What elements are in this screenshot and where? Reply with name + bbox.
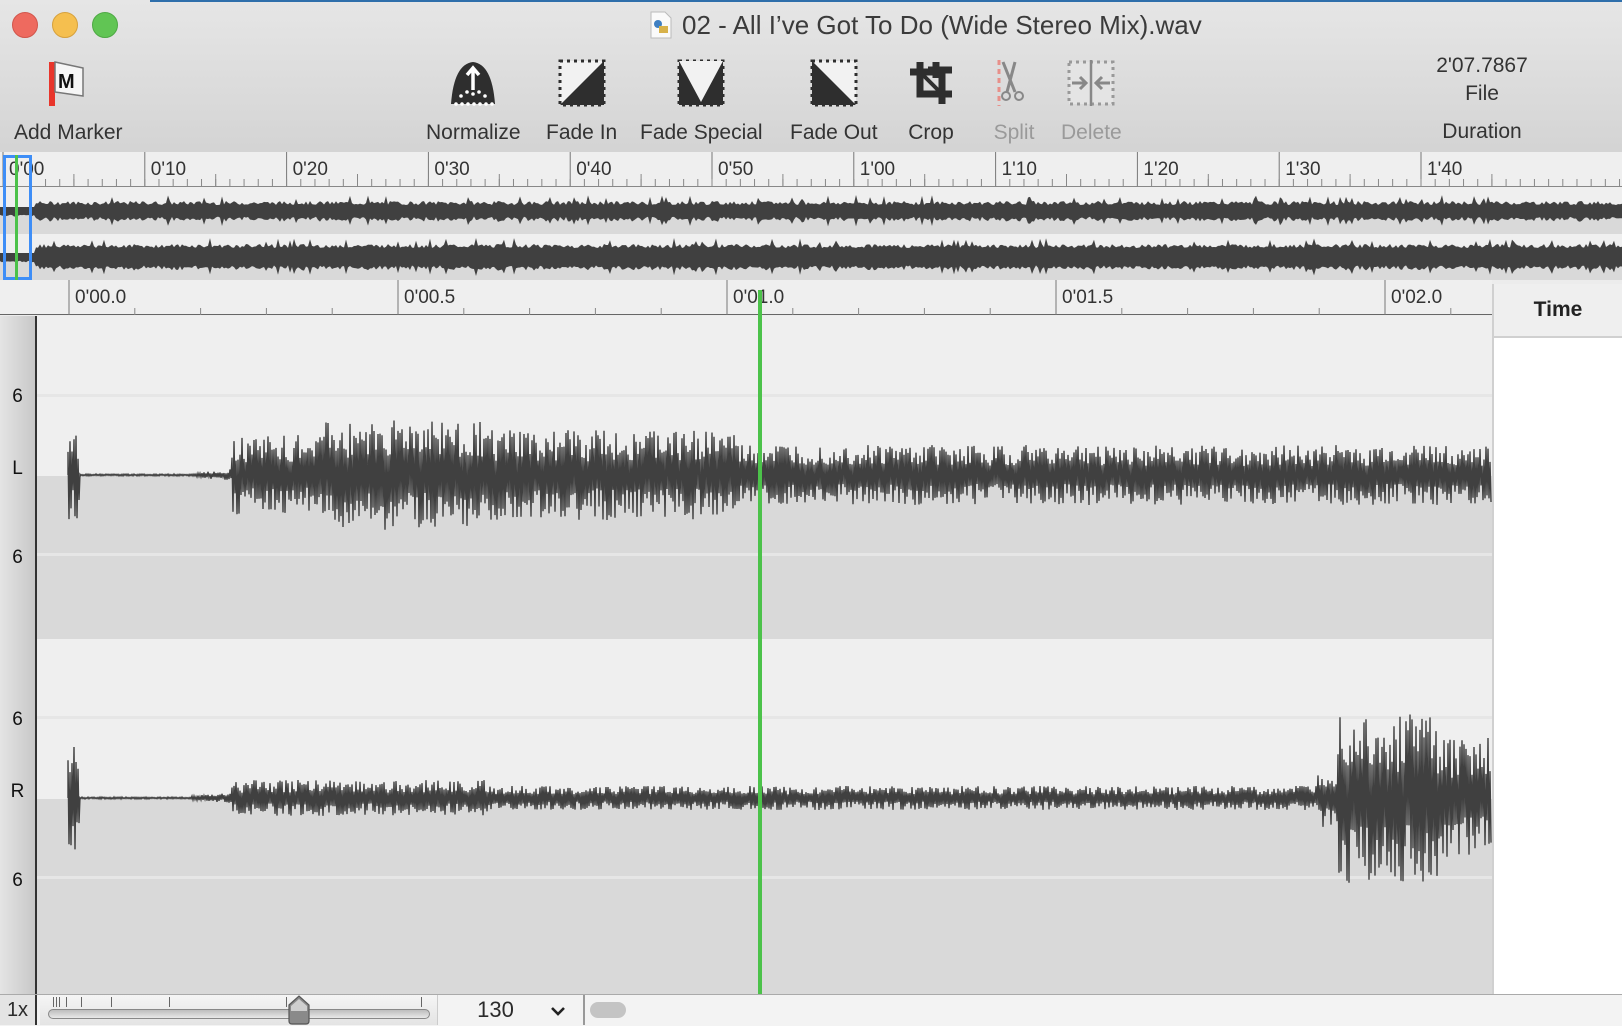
channel-r-scale-top: 6 (12, 709, 23, 730)
time-column-header-label: Time (1533, 298, 1583, 321)
channel-right[interactable] (37, 639, 1492, 994)
playback-speed[interactable]: 1x (0, 995, 37, 1025)
overview-ruler-label: 1'20 (1143, 159, 1178, 180)
bottom-bar: 1x 130 (0, 994, 1622, 1026)
overview-channel-left[interactable] (0, 188, 1622, 234)
overview-panel[interactable]: 0'00 0'10 0'20 0'30 0'40 0'50 1'00 1'10 1'20 1'30… (0, 152, 1622, 280)
markers-time-list[interactable] (1492, 338, 1622, 1024)
normalize-label: Normalize (426, 121, 521, 144)
overview-ruler-label: 1'10 (1002, 159, 1037, 180)
overview-ruler-label: 0'30 (434, 159, 469, 180)
overview-ruler-label: 1'40 (1427, 159, 1462, 180)
overview-playhead (15, 155, 18, 280)
fade-in-button[interactable]: Fade In (546, 55, 617, 145)
scissors-icon (986, 55, 1042, 111)
normalize-icon (445, 55, 501, 111)
normalize-button[interactable]: Normalize (426, 55, 521, 145)
window-title-text: 02 - All I’ve Got To Do (Wide Stereo Mix… (682, 9, 1202, 40)
zoom-level-value: 130 (477, 997, 514, 1022)
overview-waveform (0, 195, 1622, 227)
fade-out-icon (806, 55, 862, 111)
overview-ruler[interactable]: 0'00 0'10 0'20 0'30 0'40 0'50 1'00 1'10 1'20 1'30… (0, 152, 1622, 187)
duration-value: 2'07.7867 (1436, 54, 1528, 77)
channel-left[interactable] (37, 316, 1492, 639)
window-top-accent (150, 0, 1622, 2)
delete-label: Delete (1061, 121, 1122, 144)
fade-out-button[interactable]: Fade Out (790, 55, 878, 145)
zoom-slider-thumb[interactable] (287, 995, 311, 1025)
fade-out-label: Fade Out (790, 121, 878, 144)
overview-ruler-label: 0'50 (718, 159, 753, 180)
crop-button[interactable]: Crop (903, 55, 959, 145)
fade-in-icon (554, 55, 610, 111)
fade-special-icon (673, 55, 729, 111)
channel-r-name: R (10, 781, 25, 802)
add-marker-button[interactable]: M Add Marker (14, 55, 123, 145)
chevron-down-icon (550, 997, 566, 1023)
channel-r-scale-bottom: 6 (12, 870, 23, 891)
duration-display[interactable]: 2'07.7867 File Duration (1412, 52, 1552, 146)
crop-icon (903, 55, 959, 111)
overview-ruler-label: 0'40 (576, 159, 611, 180)
close-window-button[interactable] (12, 12, 38, 38)
zoom-slider[interactable] (40, 995, 438, 1025)
overview-ruler-label: 0'20 (293, 159, 328, 180)
fade-in-label: Fade In (546, 121, 618, 144)
overview-ruler-label: 0'10 (151, 159, 186, 180)
marker-flag-icon: M (40, 55, 96, 111)
duration-mode: File (1465, 82, 1499, 105)
audio-file-icon (650, 11, 672, 39)
amplitude-gutter: 6 L 6 6 R 6 (0, 316, 37, 994)
time-column-header[interactable]: Time (1492, 284, 1622, 338)
fade-special-label: Fade Special (640, 121, 763, 144)
channel-waveform (67, 420, 1492, 530)
window-titlebar: 02 - All I’ve Got To Do (Wide Stereo Mix… (0, 0, 1622, 158)
zoom-window-button[interactable] (92, 12, 118, 38)
main-time-ruler[interactable]: 0'00.00'00.50'01.00'01.50'02.0 (37, 280, 1492, 315)
overview-ruler-label: 1'30 (1285, 159, 1320, 180)
add-marker-label: Add Marker (14, 121, 123, 144)
main-ruler-label: 0'00.0 (75, 287, 126, 308)
delete-gap-icon (1063, 55, 1119, 111)
zoom-level-select[interactable]: 130 (440, 995, 585, 1025)
main-ruler-label: 0'00.5 (404, 287, 455, 308)
split-button[interactable]: Split (986, 55, 1042, 145)
channel-waveform (67, 714, 1492, 883)
delete-button[interactable]: Delete (1061, 55, 1122, 145)
channel-l-name: L (12, 458, 23, 479)
channel-l-scale-top: 6 (12, 386, 23, 407)
overview-ruler-label: 1'00 (860, 159, 895, 180)
zoom-slider-track[interactable] (48, 1009, 430, 1019)
fade-special-button[interactable]: Fade Special (640, 55, 763, 145)
split-label: Split (993, 121, 1035, 144)
channel-l-scale-bottom: 6 (12, 547, 23, 568)
minimize-window-button[interactable] (52, 12, 78, 38)
overview-channel-right[interactable] (0, 234, 1622, 280)
playhead-cursor[interactable] (758, 290, 762, 994)
waveform-editor[interactable] (37, 316, 1492, 994)
main-ruler-label: 0'02.0 (1391, 287, 1442, 308)
horizontal-scrollbar-thumb[interactable] (590, 1002, 626, 1018)
main-ruler-label: 0'01.5 (1062, 287, 1113, 308)
crop-label: Crop (908, 121, 954, 144)
ruler-corner (0, 280, 37, 315)
window-title: 02 - All I’ve Got To Do (Wide Stereo Mix… (650, 8, 1202, 42)
svg-text:M: M (58, 71, 75, 93)
duration-label: Duration (1442, 120, 1522, 143)
overview-waveform (0, 238, 1622, 277)
